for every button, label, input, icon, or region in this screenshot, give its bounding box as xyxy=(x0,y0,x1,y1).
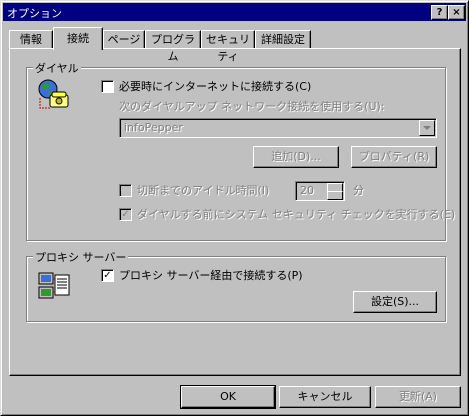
idle-time-unit: 分 xyxy=(353,184,364,197)
idle-time-checkbox[interactable] xyxy=(119,184,132,197)
connect-when-needed-checkbox[interactable] xyxy=(101,80,114,93)
cancel-button[interactable]: キャンセル xyxy=(279,386,371,408)
phone-globe-icon xyxy=(38,79,69,109)
apply-label: 更新(A) xyxy=(398,390,438,403)
properties-label: プロパティ(R) xyxy=(358,150,430,163)
idle-time-value: 20 xyxy=(300,184,314,197)
connect-when-needed-label: 必要時にインターネットに接続する(C) xyxy=(119,80,312,93)
add-connection-button[interactable]: 追加(D)... xyxy=(253,146,339,168)
tab-advanced[interactable]: 詳細設定 xyxy=(255,30,311,49)
proxy-group-title: プロキシ サーバー xyxy=(33,249,129,265)
tab-security[interactable]: セキュリティ xyxy=(201,30,255,63)
spin-down-button[interactable] xyxy=(327,191,343,200)
title-bar: オプション ? × xyxy=(3,3,466,21)
dial-group: ダイヤル 必要時にインターネットに接続する(C) 次のダイヤルアップ ネットワー… xyxy=(26,60,455,241)
use-dialup-label: 次のダイヤルアップ ネットワーク接続を使用する(U): xyxy=(119,100,385,113)
add-connection-label: 追加(D)... xyxy=(271,150,321,163)
proxy-settings-button[interactable]: 設定(S)... xyxy=(353,291,437,313)
proxy-server-icon xyxy=(38,272,70,299)
chevron-down-icon xyxy=(423,126,431,130)
help-button[interactable]: ? xyxy=(431,5,448,20)
idle-time-spinner[interactable]: 20 xyxy=(295,181,345,201)
window-title: オプション xyxy=(7,7,62,20)
use-proxy-checkbox[interactable]: ✓ xyxy=(101,269,114,282)
security-check-checkbox[interactable]: ✓ xyxy=(119,208,132,221)
connection-select[interactable]: infoPepper xyxy=(119,118,437,138)
tab-panel: ダイヤル 必要時にインターネットに接続する(C) 次のダイヤルアップ ネットワー… xyxy=(9,48,461,376)
close-button[interactable]: × xyxy=(448,5,465,20)
connection-select-value: infoPepper xyxy=(124,121,183,134)
dropdown-arrow-button[interactable] xyxy=(419,120,435,136)
tab-info[interactable]: 情報 xyxy=(9,30,53,49)
ok-button[interactable]: OK xyxy=(180,385,276,409)
proxy-group: プロキシ サーバー ✓ プロキシ サーバー経由で接続する(P) 設定(S)... xyxy=(26,249,446,322)
properties-button[interactable]: プロパティ(R) xyxy=(351,146,437,168)
options-dialog: オプション ? × 情報 接続 ページ プログラム セキュリティ 詳細設定 ダイ… xyxy=(0,0,469,416)
apply-button[interactable]: 更新(A) xyxy=(375,386,461,408)
use-proxy-label: プロキシ サーバー経由で接続する(P) xyxy=(119,269,303,282)
tab-strip: 情報 接続 ページ プログラム セキュリティ 詳細設定 xyxy=(9,27,459,63)
tab-connection[interactable]: 接続 xyxy=(53,27,103,50)
idle-time-label: 切断までのアイドル時間(I) xyxy=(137,184,270,197)
security-check-label: ダイヤルする前にシステム セキュリティ チェックを実行する(E) xyxy=(137,208,456,221)
tab-page[interactable]: ページ xyxy=(103,30,145,49)
dial-group-title: ダイヤル xyxy=(33,60,81,76)
tab-program[interactable]: プログラム xyxy=(145,30,201,63)
